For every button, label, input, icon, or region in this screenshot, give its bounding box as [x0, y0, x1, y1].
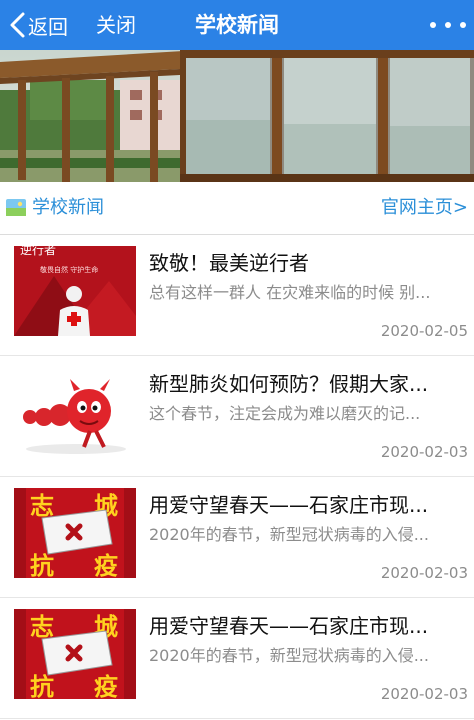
poster-char: 抗 — [30, 552, 54, 578]
news-date: 2020-02-03 — [380, 564, 468, 582]
poster-char: 志 — [30, 492, 54, 520]
news-thumbnail: 志 城 抗 疫 — [14, 488, 136, 578]
more-menu-button[interactable] — [430, 12, 466, 38]
news-date: 2020-02-03 — [380, 685, 468, 703]
thumb-caption: 逆行者 — [20, 246, 56, 257]
chevron-left-icon — [10, 12, 25, 38]
news-item[interactable]: 志 城 抗 疫 用爱守望春天——石家庄市现... 2020年的春节，新型冠状病毒… — [0, 598, 474, 719]
news-item[interactable]: 新型肺炎如何预防？假期大家... 这个春节，注定会成为难以磨灭的记... 202… — [0, 356, 474, 477]
news-title: 用爱守望春天——石家庄市现... — [149, 614, 429, 638]
close-button[interactable]: 关闭 — [96, 9, 136, 41]
poster-char: 抗 — [30, 673, 54, 699]
more-dot — [445, 22, 451, 28]
news-summary: 2020年的春节，新型冠状病毒的入侵... — [149, 646, 429, 665]
section-title: 学校新闻 — [32, 197, 104, 218]
news-thumbnail: 志 城 抗 疫 — [14, 609, 136, 699]
section-header: 学校新闻 官网主页> — [0, 182, 474, 235]
virus-cartoon-icon — [14, 367, 136, 457]
back-button[interactable]: 返回 — [8, 9, 68, 41]
official-homepage-link[interactable]: 官网主页> — [381, 195, 468, 221]
news-title: 新型肺炎如何预防？假期大家... — [149, 372, 429, 396]
news-date: 2020-02-05 — [380, 322, 468, 340]
news-thumbnail: 逆行者 敬畏自然 守护生命 — [14, 246, 136, 336]
news-title: 用爱守望春天——石家庄市现... — [149, 493, 429, 517]
image-icon — [6, 199, 26, 216]
news-date: 2020-02-03 — [380, 443, 468, 461]
thumb-subcaption: 敬畏自然 守护生命 — [40, 265, 98, 274]
mask-poster-icon: 志 城 抗 疫 — [14, 488, 136, 578]
mask-poster-icon: 志 城 抗 疫 — [14, 609, 136, 699]
doctor-figure-icon: 逆行者 敬畏自然 守护生命 — [14, 246, 136, 336]
back-label: 返回 — [28, 14, 68, 39]
news-item[interactable]: 逆行者 敬畏自然 守护生命 致敬！最美逆行者 总有这样一群人 在灾难来临的时候 … — [0, 235, 474, 356]
banner-image — [0, 50, 474, 182]
news-item[interactable]: 志 城 抗 疫 用爱守望春天——石家庄市现... 2020年的春节，新型冠状病毒… — [0, 477, 474, 598]
school-corridor-photo — [0, 50, 474, 182]
news-summary: 总有这样一群人 在灾难来临的时候 别... — [149, 283, 431, 302]
news-thumbnail — [14, 367, 136, 457]
top-nav-bar: 返回 关闭 学校新闻 — [0, 0, 474, 50]
poster-char: 疫 — [94, 673, 118, 699]
poster-char: 疫 — [94, 552, 118, 578]
news-summary: 2020年的春节，新型冠状病毒的入侵... — [149, 525, 429, 544]
more-dots-icon — [430, 22, 436, 28]
page-title: 学校新闻 — [195, 13, 279, 37]
news-title: 致敬！最美逆行者 — [149, 251, 309, 275]
poster-char: 志 — [30, 613, 54, 641]
more-dot — [460, 22, 466, 28]
news-summary: 这个春节，注定会成为难以磨灭的记... — [149, 404, 421, 423]
